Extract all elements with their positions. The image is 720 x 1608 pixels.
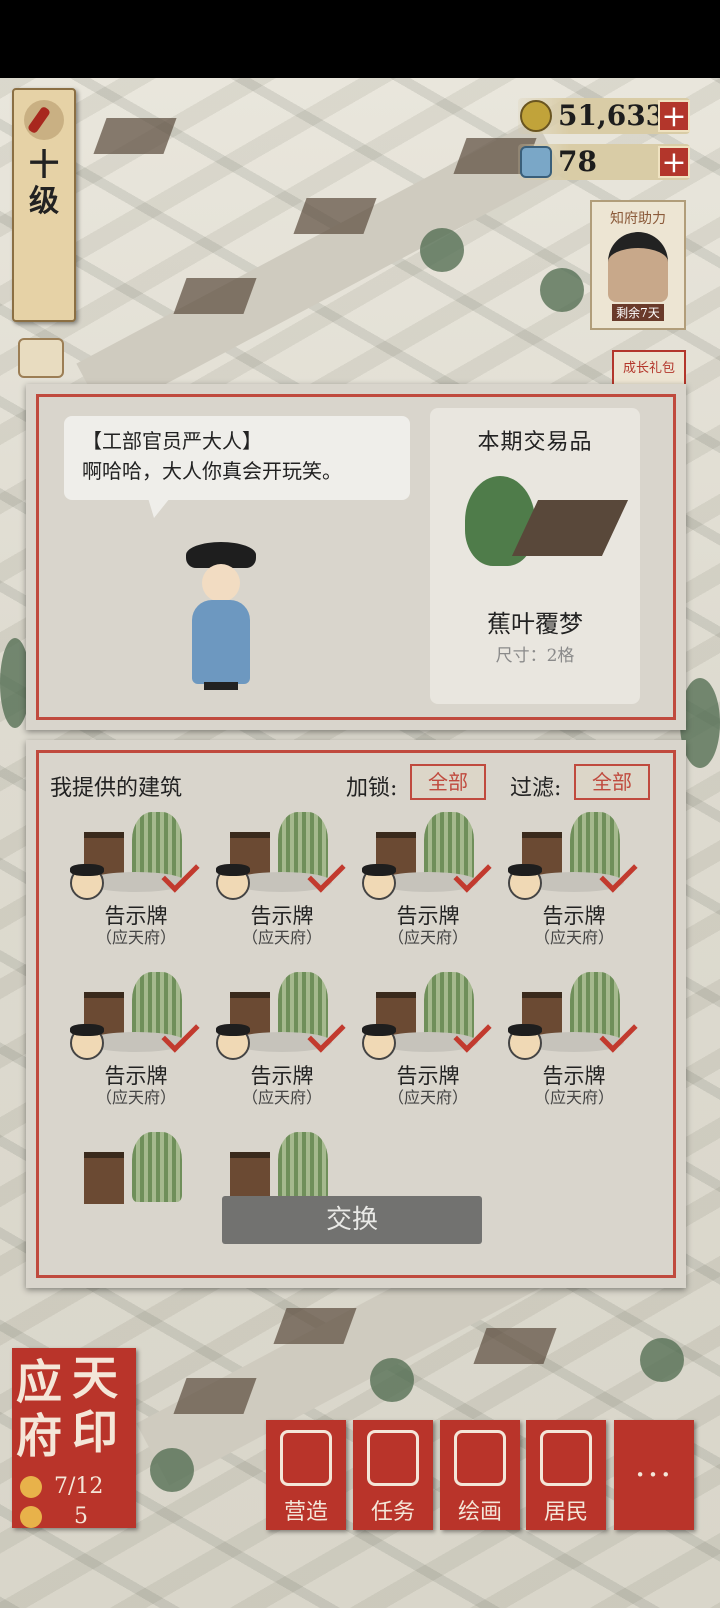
seal-char: 天 [72, 1351, 118, 1405]
helper-portrait [608, 232, 668, 302]
menu-label: 绘画 [457, 1500, 502, 1525]
building-name: 告示牌 [396, 1064, 460, 1088]
coin-value: 51,633 [558, 99, 666, 132]
city-seal[interactable]: 应 天 府 印 7/12 5 [12, 1348, 136, 1530]
resident-avatar-icon [508, 864, 542, 900]
building-origin: （应天府） [533, 1088, 614, 1107]
exchange-button[interactable]: 交换 [222, 1196, 482, 1244]
filter-label: 过滤: [510, 776, 562, 801]
building-name: 告示牌 [104, 1064, 168, 1088]
resident-avatar-icon [216, 864, 250, 900]
menu-label: 任务 [370, 1500, 415, 1525]
building-item[interactable]: 告示牌 （应天府） [358, 812, 498, 972]
building-item[interactable]: 告示牌 （应天府） [66, 812, 206, 972]
building-item[interactable]: 告示牌 （应天府） [66, 972, 206, 1132]
menu-task-button[interactable]: 任务 [353, 1420, 433, 1530]
menu-label: 居民 [543, 1500, 588, 1525]
building-origin: （应天府） [387, 1088, 468, 1107]
building-item[interactable]: 告示牌 （应天府） [212, 812, 352, 972]
population-row: 7/12 [12, 1474, 136, 1500]
building-name: 告示牌 [250, 1064, 314, 1088]
resident-avatar-icon [362, 864, 396, 900]
level-text: 十级 [29, 148, 59, 219]
ticket-counter: 78 + [518, 144, 690, 180]
filter-button[interactable]: 全部 [574, 764, 650, 800]
building-item[interactable]: 告示牌 （应天府） [358, 972, 498, 1132]
building-origin: （应天府） [95, 1088, 176, 1107]
population-value: 7/12 [54, 1474, 104, 1499]
resident-avatar-icon [70, 864, 104, 900]
speaker-name: 【工部官员严大人】 [82, 429, 262, 453]
building-origin: （应天府） [241, 1088, 322, 1107]
add-coins-button[interactable]: + [658, 100, 690, 132]
speech-line: 啊哈哈，大人你真会开玩笑。 [82, 459, 342, 483]
building-origin: （应天府） [533, 928, 614, 947]
scroll-icon [454, 1430, 506, 1486]
banana-pavilion-image [445, 476, 629, 586]
growth-gift-button[interactable]: 成长礼包 [612, 350, 686, 388]
official-character [176, 542, 266, 692]
building-origin: （应天府） [95, 928, 176, 947]
add-tickets-button[interactable]: + [658, 146, 690, 178]
building-name: 告示牌 [542, 1064, 606, 1088]
book-icon [367, 1430, 419, 1486]
trade-dialog-panel: 【工部官员严大人】 啊哈哈，大人你真会开玩笑。 本期交易品 蕉叶覆梦 尺寸：2格 [26, 384, 686, 730]
ticket-value: 78 [558, 145, 597, 178]
prefect-helper-card[interactable]: 知府助力 剩余7天 [590, 200, 686, 330]
building-item-partial[interactable] [66, 1132, 206, 1216]
trade-item-size: 尺寸：2格 [495, 646, 575, 666]
building-name: 告示牌 [542, 904, 606, 928]
level-badge[interactable]: 十级 [12, 88, 76, 322]
resident-icon [540, 1430, 592, 1486]
offer-panel: 我提供的建筑 加锁: 全部 过滤: 全部 告示牌 （应天府） 告示牌 （应天府）… [26, 740, 686, 1288]
idle-value: 5 [74, 1504, 88, 1529]
menu-paint-button[interactable]: 绘画 [440, 1420, 520, 1530]
status-bar [0, 0, 720, 78]
building-item[interactable]: 告示牌 （应天府） [212, 972, 352, 1132]
building-grid[interactable]: 告示牌 （应天府） 告示牌 （应天府） 告示牌 （应天府） 告示牌 （应天府） … [66, 812, 666, 1216]
speech-bubble: 【工部官员严大人】 啊哈哈，大人你真会开玩笑。 [64, 416, 410, 518]
menu-more-button[interactable]: ··· [614, 1420, 694, 1530]
ticket-icon [520, 146, 552, 178]
population-icon [20, 1476, 42, 1498]
helper-title: 知府助力 [610, 211, 666, 227]
menu-build-button[interactable]: 营造 [266, 1420, 346, 1530]
offer-title: 我提供的建筑 [50, 776, 183, 801]
building-name: 告示牌 [104, 904, 168, 928]
seal-char: 应 [16, 1355, 62, 1409]
building-name: 告示牌 [250, 904, 314, 928]
chat-icon[interactable] [18, 338, 64, 378]
coin-counter: 51,633 + [518, 98, 690, 134]
resident-avatar-icon [216, 1024, 250, 1060]
resident-avatar-icon [362, 1024, 396, 1060]
seal-char: 府 [16, 1409, 62, 1463]
building-item[interactable]: 告示牌 （应天府） [504, 972, 644, 1132]
trade-item-name: 蕉叶覆梦 [487, 610, 583, 638]
brush-icon [24, 100, 64, 140]
idle-row: 5 [12, 1504, 136, 1530]
lock-filter-button[interactable]: 全部 [410, 764, 486, 800]
building-origin: （应天府） [241, 928, 322, 947]
menu-label: 营造 [283, 1500, 328, 1525]
coin-icon [520, 100, 552, 132]
idle-resident-icon [20, 1506, 42, 1528]
building-item[interactable]: 告示牌 （应天府） [504, 812, 644, 972]
pavilion-icon [280, 1430, 332, 1486]
menu-resident-button[interactable]: 居民 [526, 1420, 606, 1530]
trade-item-card[interactable]: 本期交易品 蕉叶覆梦 尺寸：2格 [430, 408, 640, 704]
trade-item-header: 本期交易品 [477, 430, 593, 455]
building-name: 告示牌 [396, 904, 460, 928]
resident-avatar-icon [508, 1024, 542, 1060]
building-origin: （应天府） [387, 928, 468, 947]
seal-char: 印 [72, 1405, 118, 1459]
lock-label: 加锁: [346, 776, 398, 801]
more-icon: ··· [634, 1455, 674, 1495]
resident-avatar-icon [70, 1024, 104, 1060]
helper-badge: 剩余7天 [612, 304, 664, 321]
